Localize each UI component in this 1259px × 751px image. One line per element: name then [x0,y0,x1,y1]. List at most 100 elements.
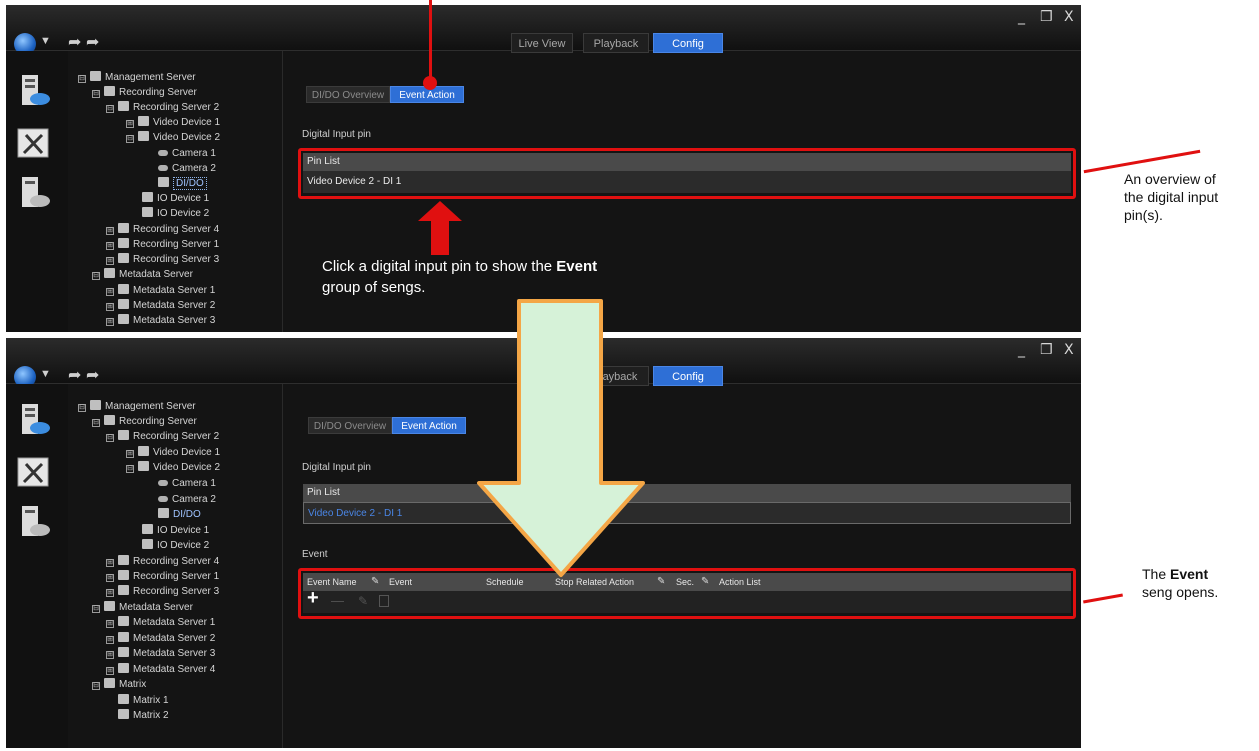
expander-icon[interactable]: ⊟ [78,404,86,412]
tree-node[interactable]: IO Device 1 [142,192,209,206]
chevron-down-icon[interactable]: ▼ [40,368,51,380]
expander-icon[interactable]: ⊟ [78,75,86,83]
expander-icon[interactable]: ⊞ [106,559,114,567]
expander-icon[interactable]: ⊞ [126,120,134,128]
left-toolbar [6,384,68,748]
restore-button[interactable]: ❒ [1040,9,1053,25]
tools-icon[interactable] [16,125,52,161]
expander-icon[interactable]: ⊟ [92,272,100,280]
tree-node[interactable]: IO Device 1 [142,524,209,538]
close-button[interactable]: X [1064,9,1074,25]
tree-node[interactable]: ⊞ Recording Server 1 [106,238,219,252]
tree-node[interactable]: Matrix 1 [118,694,169,708]
forward-arrow-icon[interactable]: ➦ [86,32,99,52]
expander-icon[interactable]: ⊞ [106,651,114,659]
minimize-button[interactable]: _ [1018,342,1025,358]
expander-icon[interactable]: ⊞ [106,303,114,311]
metadata-icon [118,299,129,309]
server-settings-icon[interactable] [16,504,52,540]
tree-node[interactable]: ⊟ Management Server [78,71,196,85]
tree-node[interactable]: ⊞ Video Device 1 [126,446,220,460]
tree-node[interactable]: ⊟ Recording Server [92,415,197,429]
tree-label: Recording Server 1 [133,571,220,582]
tree-node[interactable]: ⊟ Metadata Server [92,268,193,282]
expander-icon[interactable]: ⊞ [106,288,114,296]
tree-node[interactable]: ⊞ Metadata Server 1 [106,284,215,298]
tree-node[interactable]: ⊞ Recording Server 4 [106,555,219,569]
tree-node[interactable]: ⊞ Metadata Server 1 [106,616,215,630]
tree-node[interactable]: ⊞ Recording Server 3 [106,585,219,599]
expander-icon[interactable]: ⊟ [106,434,114,442]
expander-icon[interactable]: ⊞ [106,636,114,644]
tree-node[interactable]: ⊞ Metadata Server 3 [106,314,215,328]
tree-node[interactable]: ⊞ Recording Server 4 [106,223,219,237]
server-icon [118,555,129,565]
tab-live-view[interactable]: Live View [511,33,573,53]
tab-config[interactable]: Config [653,366,723,386]
tree-label: Camera 1 [172,478,216,489]
expander-icon[interactable]: ⊟ [92,419,100,427]
tree-node[interactable]: ⊟ Management Server [78,400,196,414]
expander-icon[interactable]: ⊞ [106,227,114,235]
camera-icon [158,165,168,171]
close-button[interactable]: X [1064,342,1074,358]
tree-node[interactable]: ⊟ Video Device 2 [126,461,220,475]
server-settings-icon[interactable] [16,175,52,211]
expander-icon[interactable]: ⊞ [106,574,114,582]
tree-node[interactable]: ⊟ Video Device 2 [126,131,220,145]
tree-node-selected[interactable]: DI/DO [158,177,207,191]
tree-node[interactable]: ⊞ Video Device 1 [126,116,220,130]
tree-node[interactable]: ⊞ Metadata Server 2 [106,632,215,646]
tree-node[interactable]: ⊟ Metadata Server [92,601,193,615]
expander-icon[interactable]: ⊟ [92,605,100,613]
tree-node[interactable]: ⊞ Metadata Server 2 [106,299,215,313]
tree-node[interactable]: ⊟ Recording Server [92,86,197,100]
expander-icon[interactable]: ⊞ [106,667,114,675]
expander-icon[interactable]: ⊞ [106,620,114,628]
expander-icon[interactable]: ⊞ [106,318,114,326]
server-group-icon [90,71,101,81]
expander-icon[interactable]: ⊞ [106,242,114,250]
tools-icon[interactable] [16,454,52,490]
tree-node[interactable]: Camera 2 [158,162,216,176]
expander-icon[interactable]: ⊟ [126,465,134,473]
back-arrow-icon[interactable]: ➦ [68,32,81,52]
server-view-icon[interactable] [16,73,52,109]
tree-node[interactable]: IO Device 2 [142,207,209,221]
tree-node[interactable]: IO Device 2 [142,539,209,553]
title-bar: ▼ ➦ ➦ Live View Playback Config _ ❒ X [6,5,1081,55]
tree-node[interactable]: ⊟ Matrix [92,678,146,692]
tree-node[interactable]: ⊟ Recording Server 2 [106,101,219,115]
expander-icon[interactable]: ⊟ [106,105,114,113]
tree-label: Metadata Server [119,602,193,613]
server-group-icon [104,415,115,425]
tab-config[interactable]: Config [653,33,723,53]
tree-node[interactable]: Camera 1 [158,477,216,491]
expander-icon[interactable]: ⊞ [106,257,114,265]
tree-node[interactable]: Camera 2 [158,493,216,507]
tree-node[interactable]: ⊟ Recording Server 2 [106,430,219,444]
tree-node[interactable]: ⊞ Recording Server 1 [106,570,219,584]
tree-node-selected[interactable]: DI/DO [158,508,201,522]
restore-button[interactable]: ❒ [1040,342,1053,358]
forward-arrow-icon[interactable]: ➦ [86,365,99,385]
tree-node[interactable]: Camera 1 [158,147,216,161]
server-view-icon[interactable] [16,402,52,438]
back-arrow-icon[interactable]: ➦ [68,365,81,385]
expander-icon[interactable]: ⊞ [126,450,134,458]
tree-node[interactable]: ⊞ Metadata Server 4 [106,663,215,677]
tab-dido-overview[interactable]: DI/DO Overview [306,86,390,103]
minimize-button[interactable]: _ [1018,9,1025,25]
expander-icon[interactable]: ⊞ [106,589,114,597]
tab-event-action[interactable]: Event Action [392,417,466,434]
tree-node[interactable]: ⊞ Recording Server 3 [106,253,219,267]
expander-icon[interactable]: ⊟ [126,135,134,143]
tab-dido-overview[interactable]: DI/DO Overview [308,417,392,434]
pin-list-row-selected[interactable]: Video Device 2 - DI 1 [303,502,1071,524]
expander-icon[interactable]: ⊟ [92,90,100,98]
expander-icon[interactable]: ⊟ [92,682,100,690]
chevron-down-icon[interactable]: ▼ [40,35,51,47]
tree-node[interactable]: Matrix 2 [118,709,169,723]
tab-playback[interactable]: Playback [583,33,649,53]
tree-node[interactable]: ⊞ Metadata Server 3 [106,647,215,661]
